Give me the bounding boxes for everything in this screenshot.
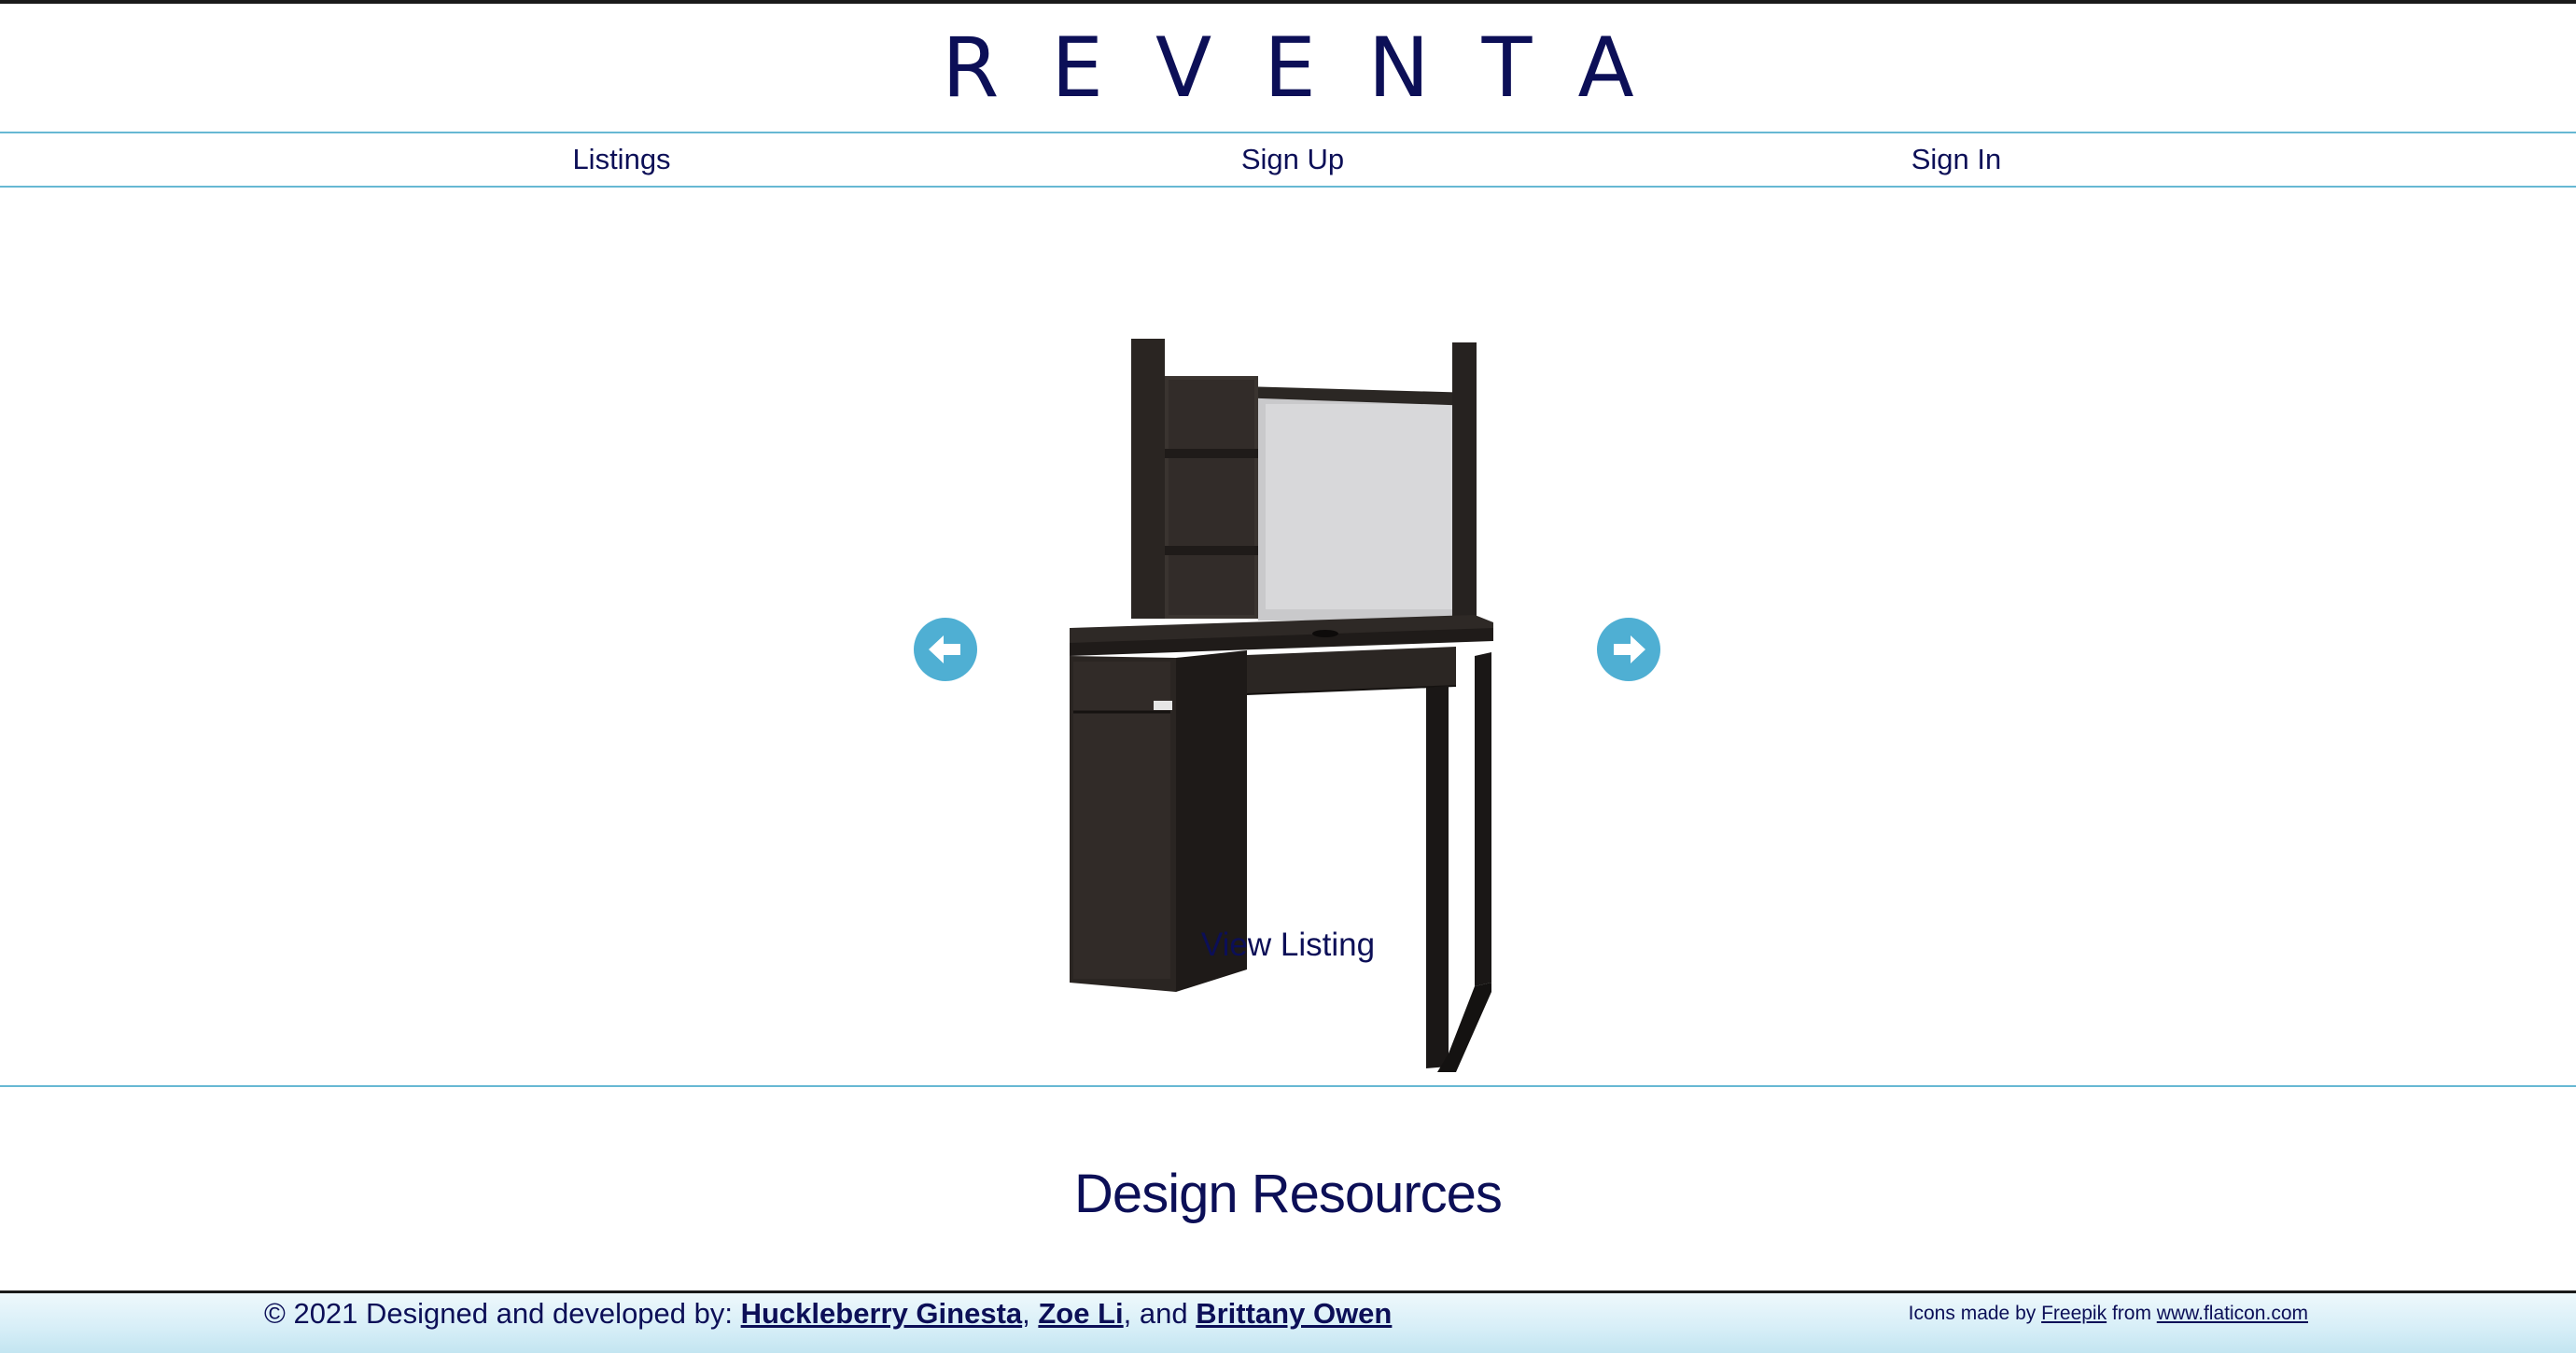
- author-separator: , and: [1123, 1297, 1197, 1330]
- copyright-text: © 2021 Designed and developed by:: [264, 1297, 741, 1330]
- icons-credit: Icons made by Freepik from www.flaticon.…: [1909, 1293, 2308, 1353]
- footer: © 2021 Designed and developed by: Huckle…: [0, 1290, 2576, 1353]
- page: REVENTA Listings Sign Up Sign In View Li…: [0, 0, 2576, 1353]
- desk-listing-image[interactable]: [1064, 339, 1512, 1104]
- design-resources-heading: Design Resources: [1074, 1164, 1503, 1224]
- nav-sign-in-link[interactable]: Sign In: [1911, 133, 2002, 186]
- arrow-left-circle-icon[interactable]: [914, 618, 977, 681]
- freepik-link[interactable]: Freepik: [2041, 1303, 2107, 1324]
- author-link-zoe-li[interactable]: Zoe Li: [1038, 1297, 1123, 1330]
- top-border: [0, 0, 2576, 4]
- icons-credit-prefix: Icons made by: [1908, 1303, 2042, 1324]
- flaticon-link[interactable]: www.flaticon.com: [2157, 1303, 2308, 1324]
- listing-carousel: View Listing: [0, 189, 2576, 1085]
- author-separator: ,: [1022, 1297, 1039, 1330]
- nav-listings-link[interactable]: Listings: [572, 133, 670, 186]
- author-link-brittany-owen[interactable]: Brittany Owen: [1196, 1297, 1392, 1330]
- icons-credit-middle: from: [2107, 1303, 2157, 1324]
- site-title[interactable]: REVENTA: [0, 19, 2576, 117]
- view-listing-link[interactable]: View Listing: [1201, 925, 1375, 966]
- nav-sign-up-link[interactable]: Sign Up: [1241, 133, 1344, 186]
- author-link-huckleberry-ginesta[interactable]: Huckleberry Ginesta: [741, 1297, 1023, 1330]
- section-divider: [0, 1085, 2576, 1087]
- arrow-right-circle-icon[interactable]: [1597, 618, 1660, 681]
- main-nav: Listings Sign Up Sign In: [0, 132, 2576, 188]
- footer-credits: © 2021 Designed and developed by: Huckle…: [264, 1293, 1392, 1353]
